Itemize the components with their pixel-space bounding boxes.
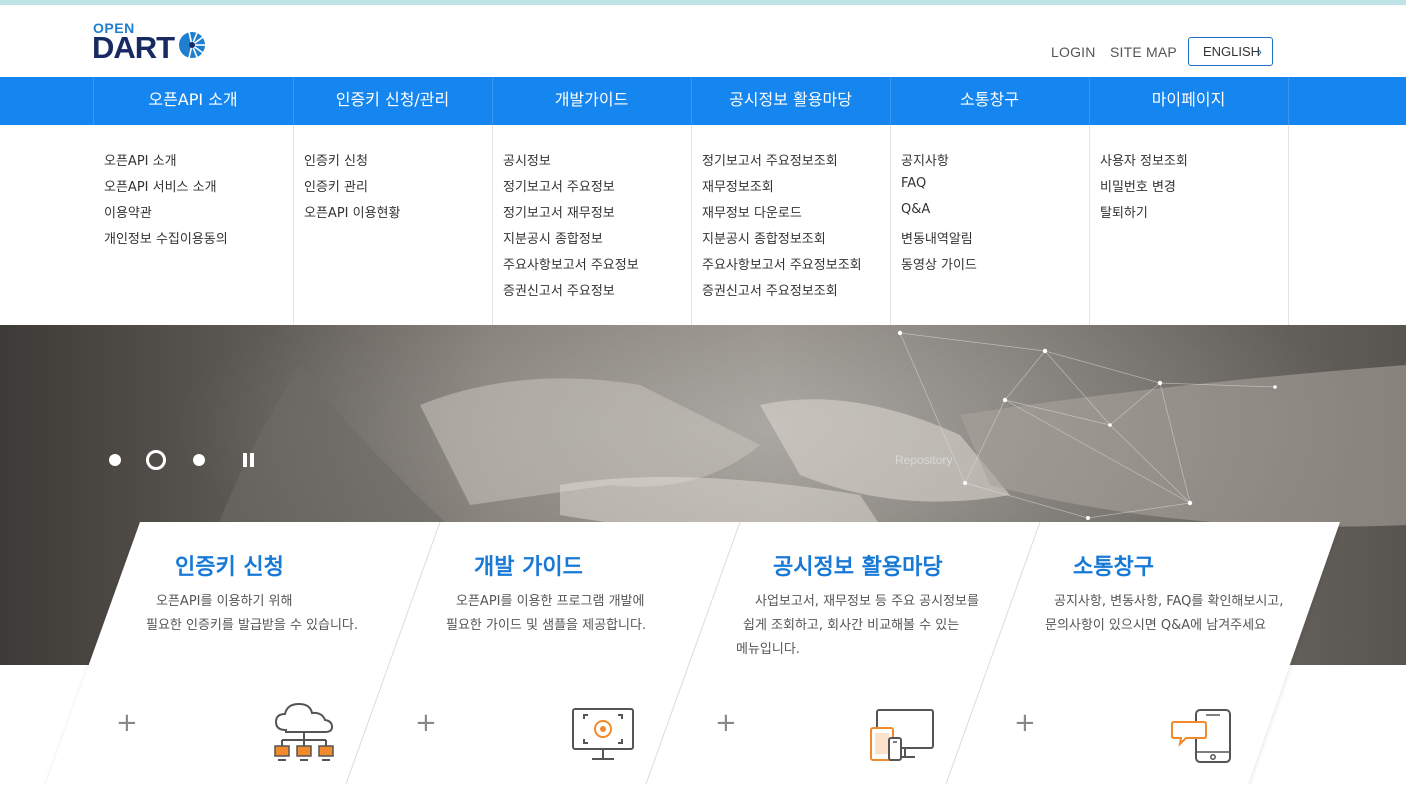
menu-divider: [293, 125, 294, 325]
menu-link[interactable]: 개인정보 수집이용동의: [104, 228, 228, 247]
menu-divider: [1089, 125, 1090, 325]
menu-link[interactable]: 주요사항보고서 주요정보: [503, 254, 639, 273]
menu-link[interactable]: 이용약관: [104, 202, 152, 221]
logo-dart-text: DART: [92, 30, 175, 65]
card-title-auth-key[interactable]: 인증키 신청: [175, 549, 284, 581]
menu-link[interactable]: 재무정보조회: [702, 176, 774, 195]
menu-link[interactable]: FAQ: [901, 176, 926, 191]
open-dart-logo[interactable]: OPEN DART: [92, 20, 212, 65]
multi-device-icon: [870, 709, 934, 761]
slide-dot-1[interactable]: [109, 454, 121, 466]
mega-menu: 오픈API 소개 오픈API 서비스 소개 이용약관 개인정보 수집이용동의 인…: [0, 125, 1406, 325]
card-title-disclosure[interactable]: 공시정보 활용마당: [773, 549, 943, 581]
menu-link[interactable]: 인증키 관리: [304, 176, 368, 195]
nav-item-dev-guide[interactable]: 개발가이드: [492, 77, 691, 125]
monitor-target-icon: [572, 708, 634, 760]
menu-link[interactable]: 증권신고서 주요정보조회: [702, 280, 838, 299]
repository-watermark: Repository: [895, 453, 953, 467]
english-label: ENGLISH: [1203, 44, 1261, 59]
menu-link[interactable]: 지분공시 종합정보: [503, 228, 603, 247]
menu-link[interactable]: 탈퇴하기: [1100, 202, 1148, 221]
card-desc-line: 오픈API를 이용한 프로그램 개발에: [456, 594, 645, 609]
menu-link[interactable]: 증권신고서 주요정보: [503, 280, 615, 299]
top-accent-line: [0, 0, 1406, 5]
menu-divider: [492, 125, 493, 325]
nav-item-disclosure[interactable]: 공시정보 활용마당: [691, 77, 890, 125]
menu-link[interactable]: 비밀번호 변경: [1100, 176, 1176, 195]
menu-divider: [691, 125, 692, 325]
slide-dot-2-active[interactable]: [146, 450, 166, 470]
menu-link[interactable]: 공시정보: [503, 150, 551, 169]
menu-link[interactable]: 지분공시 종합정보조회: [702, 228, 826, 247]
plus-icon[interactable]: +: [116, 710, 138, 736]
nav-item-api-intro[interactable]: 오픈API 소개: [93, 77, 293, 125]
chevron-right-icon: ›: [1257, 44, 1262, 59]
cloud-network-icon: [274, 702, 334, 761]
plus-icon[interactable]: +: [1014, 710, 1036, 736]
card-desc-line: 필요한 인증키를 발급받을 수 있습니다.: [146, 618, 359, 633]
menu-link[interactable]: 오픈API 소개: [104, 150, 177, 169]
menu-link[interactable]: 정기보고서 재무정보: [503, 202, 615, 221]
menu-link[interactable]: 동영상 가이드: [901, 254, 977, 273]
card-desc-line: 공지사항, 변동사항, FAQ를 확인해보시고,: [1054, 594, 1284, 609]
sitemap-link[interactable]: SITE MAP: [1110, 44, 1177, 60]
menu-link[interactable]: 정기보고서 주요정보: [503, 176, 615, 195]
card-desc-line: 필요한 가이드 및 샘플을 제공합니다.: [446, 618, 647, 633]
slide-dot-3[interactable]: [193, 454, 205, 466]
menu-divider: [1288, 125, 1289, 325]
menu-link[interactable]: 정기보고서 주요정보조회: [702, 150, 838, 169]
pause-icon[interactable]: [243, 453, 255, 467]
phone-chat-icon: [1171, 709, 1231, 763]
menu-link[interactable]: 재무정보 다운로드: [702, 202, 802, 221]
menu-link[interactable]: 오픈API 서비스 소개: [104, 176, 217, 195]
menu-link[interactable]: 공지사항: [901, 150, 949, 169]
card-title-communication[interactable]: 소통창구: [1073, 549, 1154, 581]
plus-icon[interactable]: +: [715, 710, 737, 736]
login-link[interactable]: LOGIN: [1051, 44, 1096, 60]
nav-item-auth-key[interactable]: 인증키 신청/관리: [293, 77, 492, 125]
menu-link[interactable]: Q&A: [901, 202, 930, 217]
menu-link[interactable]: 주요사항보고서 주요정보조회: [702, 254, 862, 273]
card-desc-line: 메뉴입니다.: [736, 642, 800, 657]
card-desc-line: 문의사항이 있으시면 Q&A에 남겨주세요: [1045, 618, 1267, 633]
card-title-dev-guide[interactable]: 개발 가이드: [474, 549, 583, 581]
quick-links-panel: 인증키 신청 오픈API를 이용하기 위해 필요한 인증키를 발급받을 수 있습…: [0, 522, 1406, 784]
menu-link[interactable]: 사용자 정보조회: [1100, 150, 1188, 169]
card-desc-line: 쉽게 조회하고, 회사간 비교해볼 수 있는: [743, 618, 960, 633]
target-logo-icon: [179, 31, 205, 59]
plus-icon[interactable]: +: [415, 710, 437, 736]
main-nav: 오픈API 소개 인증키 신청/관리 개발가이드 공시정보 활용마당 소통창구 …: [0, 77, 1406, 125]
card-desc-line: 사업보고서, 재무정보 등 주요 공시정보를: [755, 594, 979, 609]
menu-link[interactable]: 변동내역알림: [901, 228, 973, 247]
nav-divider: [1288, 77, 1289, 125]
menu-link[interactable]: 인증키 신청: [304, 150, 368, 169]
card-desc-line: 오픈API를 이용하기 위해: [156, 594, 293, 609]
english-button[interactable]: ENGLISH ›: [1188, 37, 1273, 66]
menu-link[interactable]: 오픈API 이용현황: [304, 202, 400, 221]
nav-item-mypage[interactable]: 마이페이지: [1089, 77, 1288, 125]
menu-divider: [890, 125, 891, 325]
nav-item-communication[interactable]: 소통창구: [890, 77, 1089, 125]
